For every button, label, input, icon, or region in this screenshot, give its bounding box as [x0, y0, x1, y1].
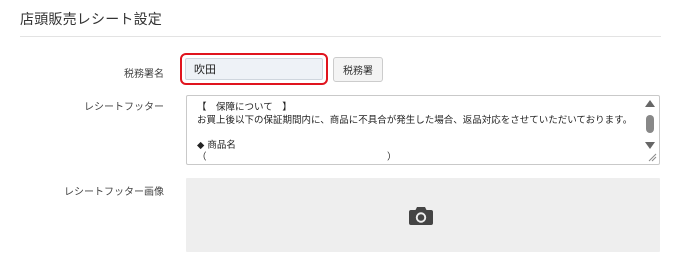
- receipt-footer-line: [197, 127, 637, 140]
- camera-icon[interactable]: [409, 205, 433, 225]
- scroll-thumb[interactable]: [646, 115, 654, 133]
- receipt-footer-text[interactable]: 【 保障について 】お買上後以下の保証期間内に、商品に不具合が発生した場合、返品…: [197, 102, 637, 164]
- receipt-footer-image-label: レシートフッター画像: [64, 187, 164, 198]
- tax-office-select-button[interactable]: 税務署: [333, 57, 383, 82]
- tax-office-input[interactable]: [185, 58, 323, 80]
- tax-office-input-highlight: [180, 53, 328, 85]
- scroll-up-arrow-icon[interactable]: [645, 100, 655, 107]
- receipt-footer-image-upload[interactable]: [186, 178, 660, 252]
- receipt-footer-scrollbar[interactable]: [645, 99, 655, 149]
- section-title: 店頭販売レシート設定: [20, 12, 162, 28]
- receipt-footer-line: ◆ 商品名: [197, 139, 236, 151]
- receipt-footer-label: レシートフッター: [84, 102, 164, 113]
- receipt-footer-line: 【 保障について 】: [197, 102, 292, 113]
- receipt-footer-line: （ ）: [197, 152, 397, 163]
- scroll-down-arrow-icon[interactable]: [645, 142, 655, 149]
- receipt-footer-textarea[interactable]: 【 保障について 】お買上後以下の保証期間内に、商品に不具合が発生した場合、返品…: [186, 95, 660, 165]
- receipt-footer-line: お買上後以下の保証期間内に、商品に不具合が発生した場合、返品対応をさせていただい…: [197, 114, 633, 126]
- tax-office-label: 税務署名: [124, 69, 164, 80]
- resize-handle-icon[interactable]: [648, 153, 657, 162]
- section-divider: [20, 36, 661, 37]
